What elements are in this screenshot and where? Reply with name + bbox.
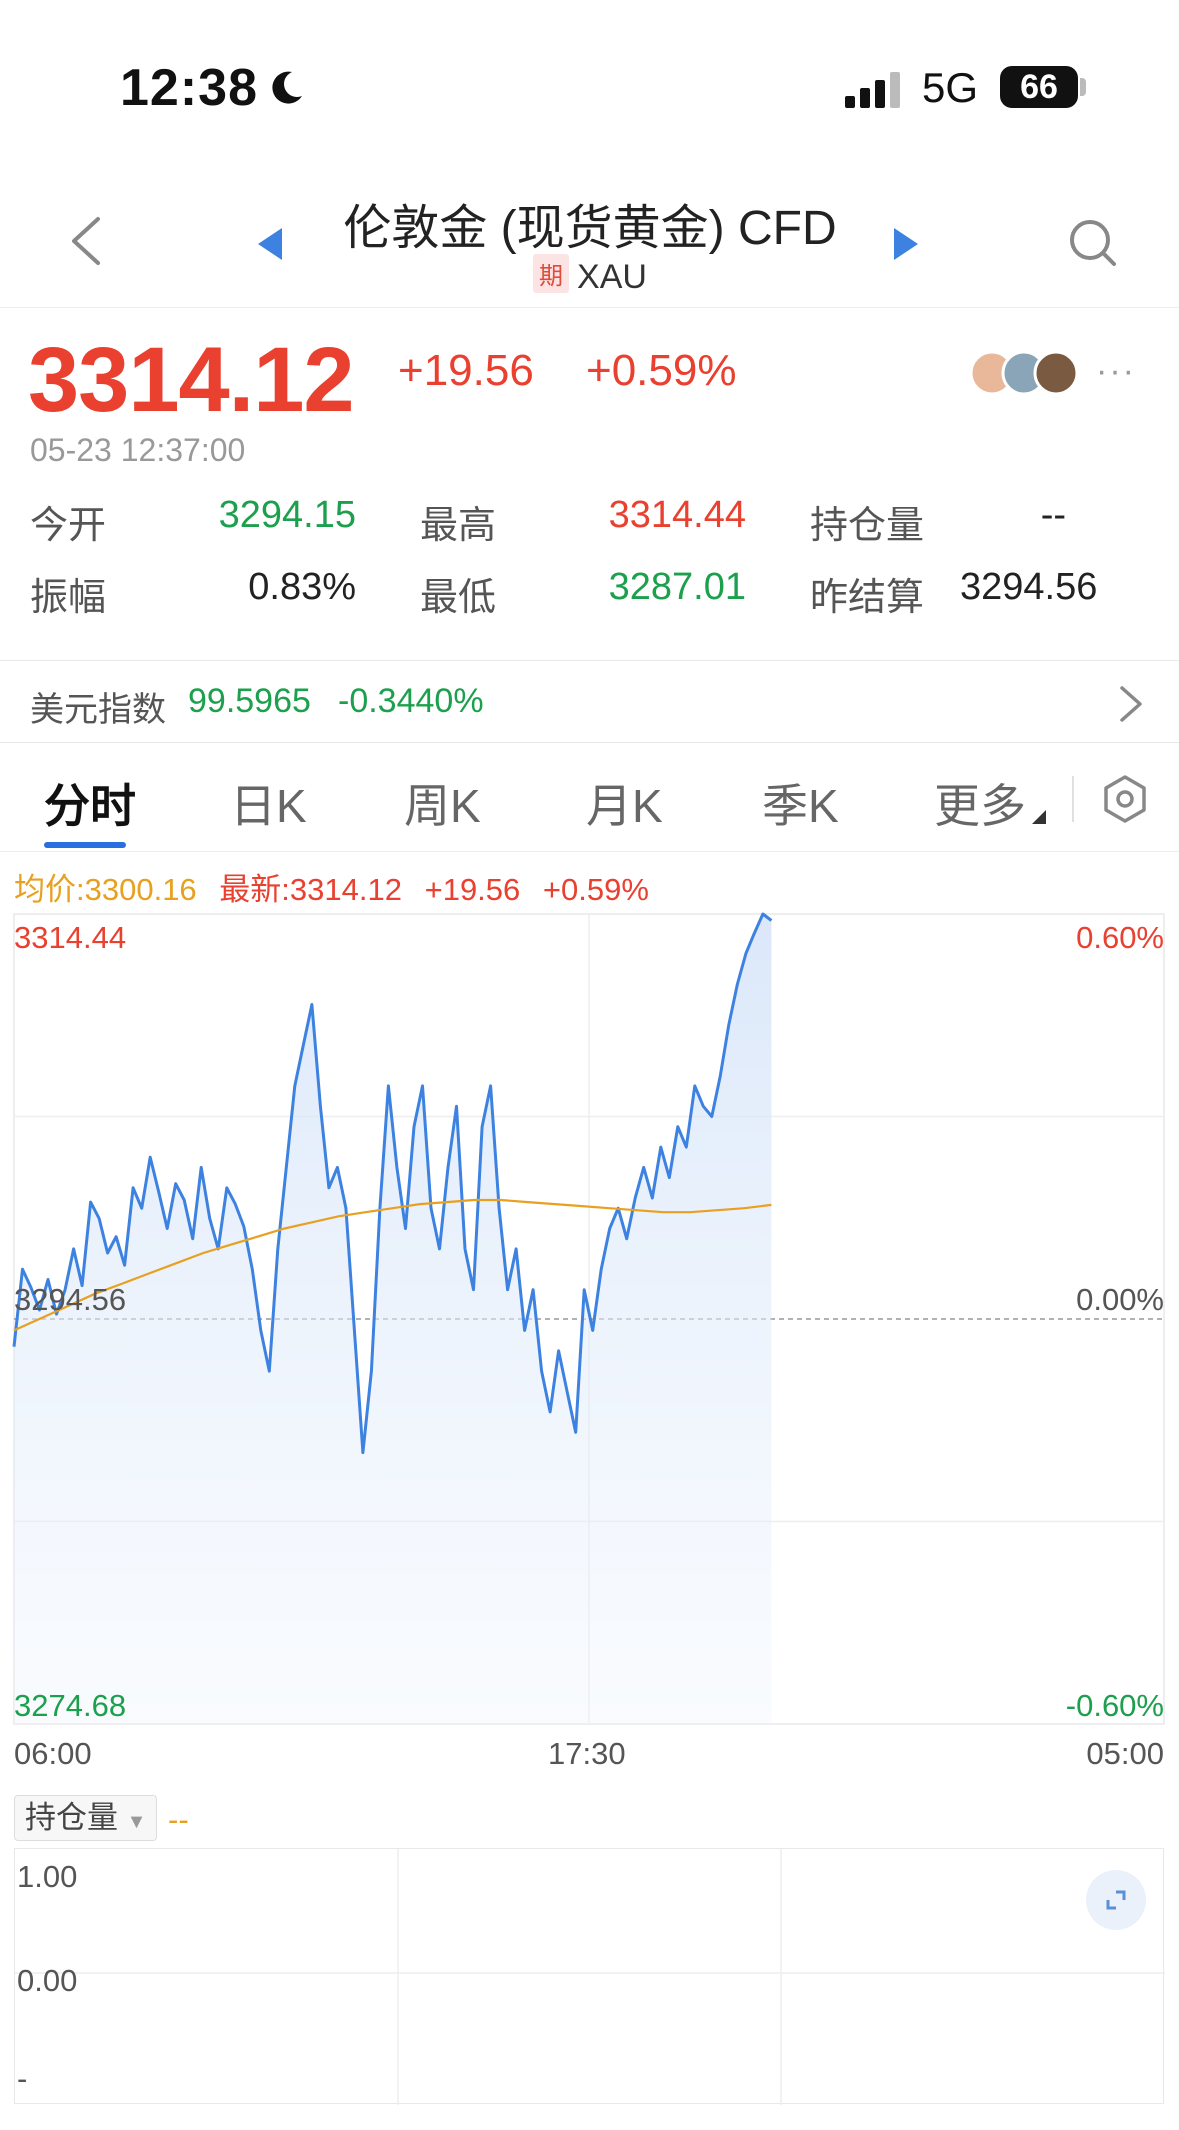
y-pct-high: 0.60% — [1076, 920, 1164, 955]
amp-label: 振幅 — [30, 577, 107, 619]
back-icon[interactable] — [68, 215, 104, 267]
dropdown-caret-icon: ▼ — [126, 1811, 147, 1833]
intraday-chart[interactable]: 3314.44 3294.56 3274.68 0.60% 0.00% -0.6… — [0, 910, 1179, 1790]
usd-index-label: 美元指数 — [30, 691, 166, 729]
prev-label: 昨结算 — [810, 577, 925, 619]
y-pct-ref: 0.00% — [1076, 1282, 1164, 1317]
tab-daily[interactable]: 日K — [230, 770, 307, 836]
latest-price: 最新:3314.12 — [219, 872, 402, 907]
usd-index-bar[interactable]: 美元指数 99.5965 -0.3440% — [0, 660, 1179, 742]
indicator-select-label: 持仓量 — [25, 1800, 118, 1835]
x-label-start: 06:00 — [14, 1736, 92, 1771]
tab-intraday[interactable]: 分时 — [44, 770, 136, 836]
tab-more[interactable]: 更多 — [934, 770, 1026, 836]
status-time: 12:38 — [120, 59, 258, 117]
y-label-low: 3274.68 — [14, 1688, 127, 1723]
price-area — [14, 914, 772, 1724]
low-label: 最低 — [420, 577, 497, 619]
usd-index-change: -0.3440% — [338, 682, 484, 720]
high-value: 3314.44 — [608, 494, 746, 536]
battery-icon: 66 — [1000, 66, 1078, 108]
period-tabs: 分时 日K 周K 月K 季K 更多 — [0, 742, 1179, 852]
symbol-subtitle: 期 XAU — [290, 254, 890, 297]
search-icon[interactable] — [1068, 218, 1118, 268]
page-title: 伦敦金 (现货黄金) CFD — [343, 202, 837, 255]
latest-change: +19.56 — [424, 872, 521, 907]
y-label-ref: 3294.56 — [14, 1282, 127, 1317]
low-value: 3287.01 — [608, 566, 746, 608]
prev-value: 3294.56 — [960, 566, 1098, 608]
latest-change-pct: +0.59% — [542, 872, 649, 907]
more-caret-icon — [1032, 810, 1046, 824]
open-label: 今开 — [30, 505, 107, 547]
open-interest-section: 持仓量 ▼ -- 1.00 0.00 - — [0, 1790, 1179, 2130]
nav-bar: 伦敦金 (现货黄金) CFD 期 XAU — [0, 170, 1179, 308]
symbol-code: XAU — [577, 258, 647, 296]
x-label-mid: 17:30 — [548, 1736, 626, 1771]
oi-current-value: -- — [168, 1802, 189, 1837]
amp-value: 0.83% — [248, 566, 356, 608]
battery-tip — [1080, 78, 1086, 96]
stats-row-1: 今开 3294.15 最高 3314.44 持仓量 -- — [30, 494, 1150, 554]
signal-icon — [845, 72, 900, 108]
intraday-chart-svg[interactable] — [0, 910, 1179, 1790]
tab-quarterly[interactable]: 季K — [762, 770, 839, 836]
oi-value: -- — [1040, 494, 1066, 536]
last-price: 3314.12 — [28, 329, 355, 431]
status-bar: 12:38 5G 66 — [0, 0, 1179, 170]
tab-separator — [1072, 776, 1074, 822]
oi-y-label-top: 1.00 — [17, 1859, 78, 1894]
stats-row-2: 振幅 0.83% 最低 3287.01 昨结算 3294.56 — [30, 566, 1150, 626]
oi-label: 持仓量 — [810, 505, 925, 547]
quote-timestamp: 05-23 12:37:00 — [30, 432, 246, 468]
open-value: 3294.15 — [218, 494, 356, 536]
y-label-high: 3314.44 — [14, 920, 127, 955]
futures-badge: 期 — [533, 254, 570, 293]
chart-info-line: 均价:3300.16 最新:3314.12 +19.56 +0.59% — [14, 864, 649, 909]
oi-y-label-mid: 0.00 — [17, 1963, 78, 1998]
chevron-right-icon — [1120, 686, 1142, 722]
active-tab-indicator — [44, 842, 126, 848]
more-icon[interactable]: ··· — [1096, 352, 1136, 391]
oi-chart: 1.00 0.00 - — [14, 1848, 1165, 2105]
prev-symbol-icon[interactable] — [258, 228, 284, 260]
usd-index-value: 99.5965 — [188, 682, 311, 720]
indicator-select[interactable]: 持仓量 ▼ — [14, 1795, 158, 1841]
oi-grid — [15, 1849, 1165, 2105]
network-label: 5G — [922, 64, 979, 111]
price-change: +19.56 — [398, 346, 534, 395]
high-label: 最高 — [420, 505, 497, 547]
avatars-group[interactable] — [970, 348, 1090, 398]
avg-price: 均价:3300.16 — [14, 872, 197, 907]
tab-monthly[interactable]: 月K — [586, 770, 663, 836]
x-label-end: 05:00 — [1086, 1736, 1164, 1771]
oi-y-label-bottom: - — [17, 2061, 28, 2096]
settings-icon[interactable] — [1100, 774, 1150, 824]
y-pct-low: -0.60% — [1065, 1688, 1164, 1723]
price-change-pct: +0.59% — [586, 346, 737, 395]
moon-icon — [272, 71, 302, 104]
next-symbol-icon[interactable] — [892, 228, 918, 260]
quote-panel: 3314.12 +19.56 +0.59% ··· 05-23 12:37:00… — [0, 308, 1179, 660]
expand-icon[interactable] — [1086, 1870, 1146, 1930]
tab-weekly[interactable]: 周K — [404, 770, 481, 836]
